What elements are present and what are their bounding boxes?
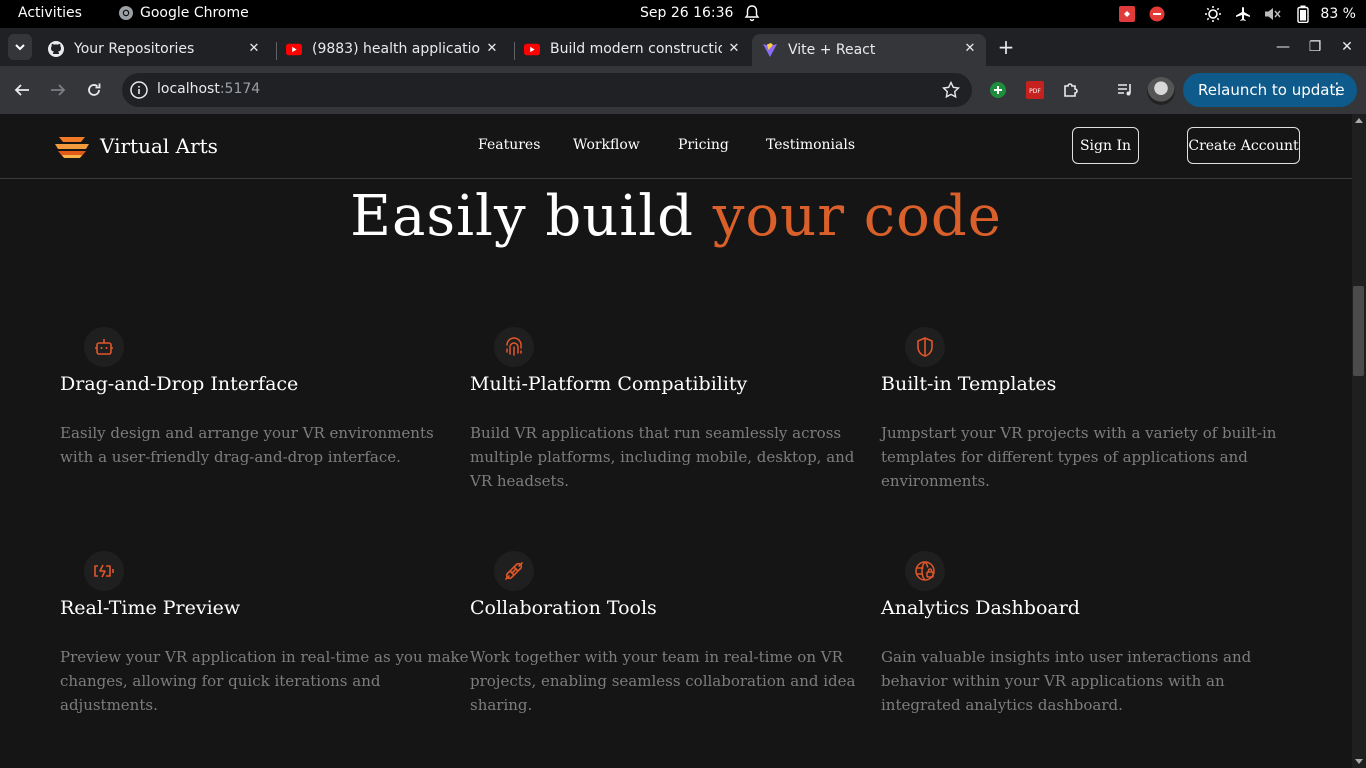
- virtual-arts-logo-icon[interactable]: [54, 134, 90, 160]
- scroll-up-arrow-icon[interactable]: [1355, 118, 1363, 123]
- battery-charging-icon: [84, 551, 124, 591]
- app-menu[interactable]: Google Chrome: [118, 5, 249, 21]
- volume-muted-icon[interactable]: [1264, 5, 1282, 23]
- feature-title: Real-Time Preview: [60, 597, 241, 619]
- reload-button[interactable]: [82, 78, 106, 102]
- page-viewport: Virtual Arts Features Workflow Pricing T…: [0, 114, 1352, 768]
- profile-avatar[interactable]: [1147, 77, 1175, 105]
- tab-title: Vite + React: [788, 42, 876, 58]
- vite-icon: [762, 42, 778, 58]
- feature-description: Jumpstart your VR projects with a variet…: [881, 424, 1277, 490]
- feature-description: Build VR applications that run seamlessl…: [470, 424, 855, 490]
- nav-features[interactable]: Features: [478, 137, 540, 153]
- arrow-left-icon: [14, 84, 29, 96]
- url-port: :5174: [219, 81, 261, 97]
- github-icon: [48, 41, 64, 57]
- bot-icon: [84, 327, 124, 367]
- feature-title: Multi-Platform Compatibility: [470, 373, 748, 395]
- activities-button[interactable]: Activities: [18, 5, 82, 21]
- feature-description: Gain valuable insights into user interac…: [881, 648, 1252, 714]
- system-tray[interactable]: 83 %: [1118, 4, 1356, 24]
- app-name: Google Chrome: [140, 5, 249, 21]
- address-bar[interactable]: localhost:5174: [122, 73, 972, 107]
- more-menu-icon[interactable]: ⋮: [1329, 79, 1345, 99]
- hero-heading-plain: Easily build: [350, 184, 713, 249]
- night-light-icon[interactable]: [1204, 5, 1222, 23]
- nav-testimonials[interactable]: Testimonials: [766, 137, 855, 153]
- page-scrollbar[interactable]: [1352, 114, 1366, 768]
- close-tab-icon[interactable]: ✕: [246, 41, 262, 57]
- feature-title: Analytics Dashboard: [881, 597, 1080, 619]
- airplane-mode-icon[interactable]: [1234, 5, 1252, 23]
- tab-build-modern-construction[interactable]: Build modern constructio ✕: [514, 34, 750, 64]
- feature-title: Built-in Templates: [881, 373, 1057, 395]
- site-info-icon[interactable]: [130, 81, 148, 99]
- do-not-disturb-icon[interactable]: [1148, 5, 1166, 23]
- svg-text:PDF: PDF: [1029, 88, 1041, 95]
- globe-lock-icon: [905, 551, 945, 591]
- feature-title: Drag-and-Drop Interface: [60, 373, 299, 395]
- nav-workflow[interactable]: Workflow: [573, 137, 640, 153]
- tab-health-application[interactable]: (9883) health application ✕: [276, 34, 508, 64]
- create-account-button[interactable]: Create Account: [1187, 127, 1300, 164]
- plug-icon: [494, 551, 534, 591]
- site-navbar: Virtual Arts Features Workflow Pricing T…: [0, 114, 1352, 179]
- url-text[interactable]: localhost:5174: [157, 81, 260, 97]
- shield-icon: [905, 327, 945, 367]
- tab-vite-react[interactable]: Vite + React ✕: [752, 34, 986, 66]
- close-window-button[interactable]: ✕: [1338, 38, 1356, 56]
- sign-in-button[interactable]: Sign In: [1072, 127, 1139, 164]
- feature-description: Easily design and arrange your VR enviro…: [60, 424, 434, 466]
- close-tab-icon[interactable]: ✕: [962, 41, 978, 57]
- notification-bell-icon: [744, 5, 760, 22]
- reload-icon: [88, 83, 101, 96]
- close-tab-icon[interactable]: ✕: [726, 41, 742, 57]
- relaunch-label: Relaunch to update: [1198, 81, 1345, 99]
- hero-heading-accent: your code: [712, 184, 1002, 249]
- fingerprint-icon: [494, 327, 534, 367]
- nav-pricing[interactable]: Pricing: [678, 137, 729, 153]
- tab-title: Your Repositories: [74, 41, 195, 57]
- tab-title: (9883) health application: [312, 41, 480, 57]
- brand-name[interactable]: Virtual Arts: [100, 134, 218, 158]
- media-queue-icon[interactable]: [1115, 80, 1135, 100]
- relaunch-to-update-button[interactable]: Relaunch to update ⋮: [1183, 73, 1357, 107]
- battery-icon[interactable]: [1294, 5, 1312, 23]
- scroll-down-arrow-icon[interactable]: [1355, 759, 1363, 764]
- feature-description: Preview your VR application in real-time…: [60, 648, 469, 714]
- system-top-bar: Activities Google Chrome Sep 26 16:36 83…: [0, 0, 1366, 28]
- anydesk-icon[interactable]: [1118, 5, 1136, 23]
- battery-percent: 83 %: [1320, 6, 1356, 22]
- feature-title: Collaboration Tools: [470, 597, 657, 619]
- url-host: localhost: [157, 81, 220, 97]
- maximize-button[interactable]: ❐: [1306, 38, 1324, 56]
- hero-heading: Easily build your code: [0, 184, 1352, 249]
- tab-your-repositories[interactable]: Your Repositories ✕: [38, 34, 270, 64]
- minimize-button[interactable]: —: [1274, 38, 1292, 56]
- chevron-down-icon: [15, 44, 25, 51]
- forward-button[interactable]: [46, 78, 70, 102]
- chrome-icon: [119, 6, 133, 20]
- scrollbar-thumb[interactable]: [1353, 286, 1364, 376]
- arrow-right-icon: [51, 84, 66, 96]
- tab-title: Build modern constructio: [550, 41, 722, 57]
- youtube-icon: [524, 41, 540, 57]
- back-button[interactable]: [10, 78, 34, 102]
- new-tab-button[interactable]: +: [996, 37, 1016, 58]
- tab-search-button[interactable]: [8, 34, 32, 60]
- extensions-puzzle-icon[interactable]: [1061, 80, 1081, 100]
- browser-toolbar: localhost:5174 PDF Relaunch to update ⋮: [0, 66, 1366, 114]
- feature-description: Work together with your team in real-tim…: [470, 648, 856, 714]
- close-tab-icon[interactable]: ✕: [484, 41, 500, 57]
- pdf-extension-icon[interactable]: PDF: [1025, 80, 1045, 100]
- youtube-icon: [286, 41, 302, 57]
- add-extension-icon[interactable]: [988, 80, 1008, 100]
- tab-strip: Your Repositories ✕ (9883) health applic…: [0, 28, 1366, 66]
- clock[interactable]: Sep 26 16:36: [640, 5, 733, 21]
- bookmark-star-icon[interactable]: [942, 81, 960, 99]
